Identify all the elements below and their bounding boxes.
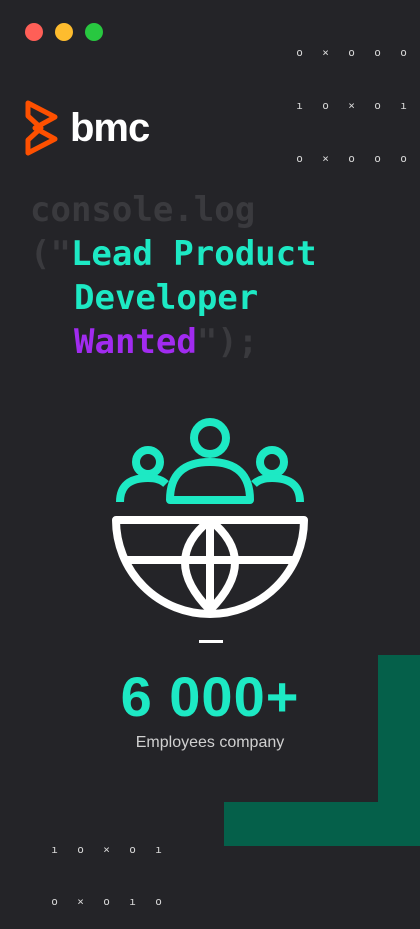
pattern-row: o × o ı o — [51, 895, 162, 908]
employee-caption: Employees company — [135, 734, 285, 751]
divider-dash — [199, 640, 223, 643]
code-line-3: Wanted"); — [74, 320, 258, 364]
headline-line-2: Developer — [74, 278, 259, 318]
globe-icon — [112, 516, 308, 618]
brand-name: bmc — [70, 105, 150, 150]
code-open-paren: (" — [30, 234, 71, 274]
team-globe-illustration — [112, 418, 308, 618]
pattern-row: ı o × o ı — [296, 99, 407, 112]
window-minimize-button[interactable] — [55, 23, 73, 41]
bmc-chevron-icon — [25, 100, 58, 156]
window-close-button[interactable] — [25, 23, 43, 41]
code-line-1: ("Lead Product — [30, 232, 317, 276]
code-prefix: console.log — [30, 190, 256, 230]
pattern-row: o × o o o — [296, 46, 407, 59]
decorative-green-block — [224, 802, 420, 846]
code-close-paren: "); — [196, 322, 259, 362]
employee-count: 6 000+ — [120, 665, 300, 728]
top-decorative-pattern: o × o o o ı o × o ı o × o o o — [260, 0, 417, 165]
headline-highlight: Wanted — [74, 322, 197, 362]
window-maximize-button[interactable] — [85, 23, 103, 41]
bottom-decorative-pattern: ı o × o ı o × o ı o — [15, 797, 172, 908]
pattern-row: ı o × o ı — [51, 843, 162, 856]
headline-line-1: Lead Product — [70, 234, 317, 274]
bmc-logo: bmc — [24, 100, 150, 156]
people-icon — [116, 418, 304, 504]
pattern-row: o × o o o — [296, 152, 407, 165]
